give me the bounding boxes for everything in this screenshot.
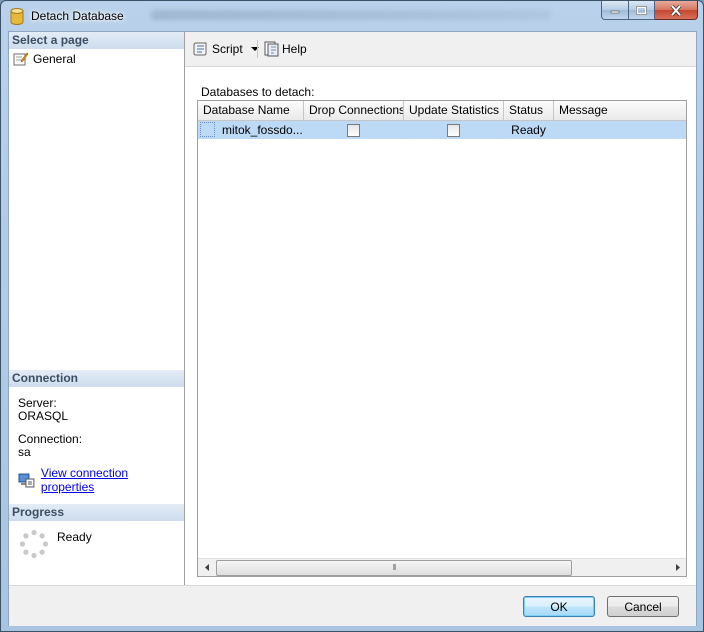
page-properties-icon: [13, 52, 29, 66]
minimize-icon: [610, 10, 620, 14]
grid-header: Database Name Drop Connections Update St…: [198, 101, 686, 121]
server-value: ORASQL: [18, 409, 69, 423]
window-title: Detach Database: [31, 9, 124, 23]
connection-properties-icon: [18, 473, 35, 487]
help-button[interactable]: Help: [263, 40, 307, 58]
scroll-right-button[interactable]: [669, 559, 686, 576]
connection-value: sa: [18, 445, 31, 459]
toolbar-separator: [257, 40, 258, 58]
cell-update-statistics: [404, 121, 504, 139]
view-connection-properties-link[interactable]: View connection properties: [18, 466, 184, 494]
close-icon: [670, 4, 682, 16]
maximize-button[interactable]: [629, 1, 655, 20]
progress-spinner-icon: [19, 529, 49, 559]
select-page-header: Select a page: [9, 32, 184, 49]
dialog-client-area: Select a page General Connection Server:…: [8, 31, 697, 626]
script-icon: [193, 42, 207, 56]
minimize-button[interactable]: [601, 1, 629, 20]
scroll-left-icon: [204, 564, 209, 571]
progress-status: Ready: [57, 530, 92, 544]
dialog-button-bar: OK Cancel: [9, 585, 696, 626]
drop-connections-checkbox[interactable]: [347, 124, 360, 138]
grip-icon: ⦀: [392, 563, 396, 572]
connection-header: Connection: [9, 370, 184, 387]
database-icon: [10, 8, 24, 25]
server-label: Server:: [18, 396, 57, 410]
row-selector[interactable]: [200, 122, 215, 137]
right-pane: Script Help Databases to detach: Databas…: [185, 32, 696, 585]
scroll-left-button[interactable]: [198, 559, 215, 576]
view-connection-properties-label: View connection properties: [40, 466, 129, 494]
page-item-label: General: [33, 52, 76, 66]
close-button[interactable]: [655, 1, 698, 20]
cancel-button[interactable]: Cancel: [607, 596, 679, 617]
caption-buttons: [601, 1, 698, 21]
column-header-update-statistics[interactable]: Update Statistics: [404, 101, 504, 120]
scrollbar-thumb[interactable]: ⦀: [216, 560, 572, 576]
cell-status: Ready: [504, 121, 554, 139]
maximize-icon: [636, 5, 647, 15]
help-button-label: Help: [282, 42, 307, 56]
script-button[interactable]: Script: [193, 40, 259, 58]
table-row[interactable]: mitok_fossdo... Ready: [198, 121, 686, 139]
cell-drop-connections: [304, 121, 404, 139]
script-button-label: Script: [212, 42, 243, 56]
progress-header: Progress: [9, 504, 184, 521]
toolbar: Script Help: [185, 32, 696, 67]
scroll-right-icon: [675, 564, 680, 571]
databases-to-detach-label: Databases to detach:: [201, 85, 315, 99]
databases-grid[interactable]: Database Name Drop Connections Update St…: [197, 100, 687, 577]
horizontal-scrollbar[interactable]: ⦀: [198, 558, 686, 576]
column-header-database-name[interactable]: Database Name: [198, 101, 304, 120]
column-header-message[interactable]: Message: [554, 101, 686, 120]
update-statistics-checkbox[interactable]: [447, 124, 460, 138]
page-item-general[interactable]: General: [13, 51, 76, 67]
column-header-status[interactable]: Status: [504, 101, 554, 120]
left-pane: Select a page General Connection Server:…: [9, 32, 185, 585]
detach-database-window: Detach Database Select a page General Co…: [0, 0, 704, 632]
cell-database-name: mitok_fossdo...: [217, 121, 304, 139]
ok-button[interactable]: OK: [523, 596, 595, 617]
column-header-drop-connections[interactable]: Drop Connections: [304, 101, 404, 120]
title-bar-blur: [151, 10, 551, 20]
help-icon: [264, 41, 279, 57]
connection-label: Connection:: [18, 432, 83, 446]
title-bar[interactable]: Detach Database: [1, 1, 703, 31]
cell-message: [554, 121, 686, 139]
